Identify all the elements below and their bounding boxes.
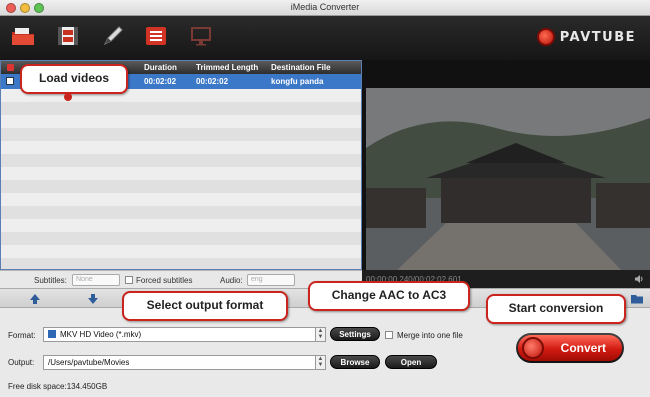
brand-logo: PAVTUBE (536, 28, 636, 46)
select-all-checkbox[interactable] (7, 64, 14, 71)
format-type-icon (48, 330, 56, 338)
audio-select[interactable]: eng (247, 274, 295, 286)
subtitles-label: Subtitles: (34, 276, 67, 285)
video-preview (362, 60, 650, 300)
edit-pencil-icon[interactable] (100, 24, 126, 48)
callout-pointer (64, 93, 72, 101)
convert-logo-icon (522, 337, 544, 359)
merge-checkbox[interactable] (385, 331, 393, 339)
display-icon[interactable] (188, 24, 214, 48)
callout-start-conversion-text: Start conversion (508, 301, 604, 315)
callout-select-format: Select output format (122, 291, 288, 321)
brand-name: PAVTUBE (559, 29, 636, 45)
convert-label: Convert (560, 341, 606, 355)
convert-button[interactable]: Convert (516, 333, 624, 363)
browse-button[interactable]: Browse (330, 355, 380, 369)
forced-subtitles-label: Forced subtitles (136, 276, 193, 285)
row-trimmed-length: 00:02:02 (196, 77, 229, 86)
row-duration: 00:02:02 (144, 77, 177, 86)
format-label: Format: (8, 331, 36, 340)
column-trimmed-length[interactable]: Trimmed Length (196, 63, 258, 72)
subtitles-select[interactable]: None (72, 274, 120, 286)
free-disk-space: Free disk space:134.450GB (8, 382, 108, 391)
window-title: iMedia Converter (290, 2, 360, 12)
output-label: Output: (8, 358, 35, 367)
open-folder-icon[interactable] (10, 24, 36, 48)
callout-start-conversion: Start conversion (486, 294, 626, 324)
callout-change-audio: Change AAC to AC3 (308, 281, 470, 311)
output-dropdown-arrows[interactable]: ▲ ▼ (315, 356, 325, 369)
format-dropdown-arrows[interactable]: ▲ ▼ (315, 328, 325, 341)
window-titlebar: iMedia Converter (0, 0, 650, 16)
audio-label: Audio: (220, 276, 243, 285)
callout-load-videos-text: Load videos (38, 71, 109, 85)
preview-frame (366, 88, 650, 300)
callout-change-audio-text: Change AAC to AC3 (331, 288, 447, 302)
settings-button[interactable]: Settings (330, 327, 380, 341)
open-button[interactable]: Open (385, 355, 437, 369)
task-list-icon[interactable] (143, 24, 169, 48)
pavtube-logo-icon (536, 28, 555, 46)
volume-icon[interactable] (634, 274, 644, 284)
toolbar: PAVTUBE (0, 16, 650, 60)
column-duration[interactable]: Duration (144, 63, 177, 72)
convert-button-face[interactable]: Convert (518, 335, 622, 361)
callout-load-videos: Load videos (20, 64, 128, 94)
row-destination-file: kongfu panda (271, 77, 324, 86)
format-select[interactable]: MKV HD Video (*.mkv) ▲ ▼ (43, 327, 326, 342)
forced-subtitles-checkbox[interactable] (125, 276, 133, 284)
output-path-value: /Users/pavtube/Movies (48, 358, 130, 367)
format-value: MKV HD Video (*.mkv) (60, 330, 142, 339)
column-destination-file[interactable]: Destination File (271, 63, 331, 72)
move-up-icon[interactable] (28, 292, 42, 306)
row-checkbox[interactable] (6, 77, 14, 85)
callout-select-format-text: Select output format (146, 298, 264, 312)
load-video-icon[interactable] (55, 24, 81, 48)
move-down-icon[interactable] (86, 292, 100, 306)
empty-list-area (1, 89, 361, 269)
merge-label: Merge into one file (397, 331, 463, 340)
folder-icon[interactable] (630, 292, 644, 306)
output-path-field[interactable]: /Users/pavtube/Movies ▲ ▼ (43, 355, 326, 370)
